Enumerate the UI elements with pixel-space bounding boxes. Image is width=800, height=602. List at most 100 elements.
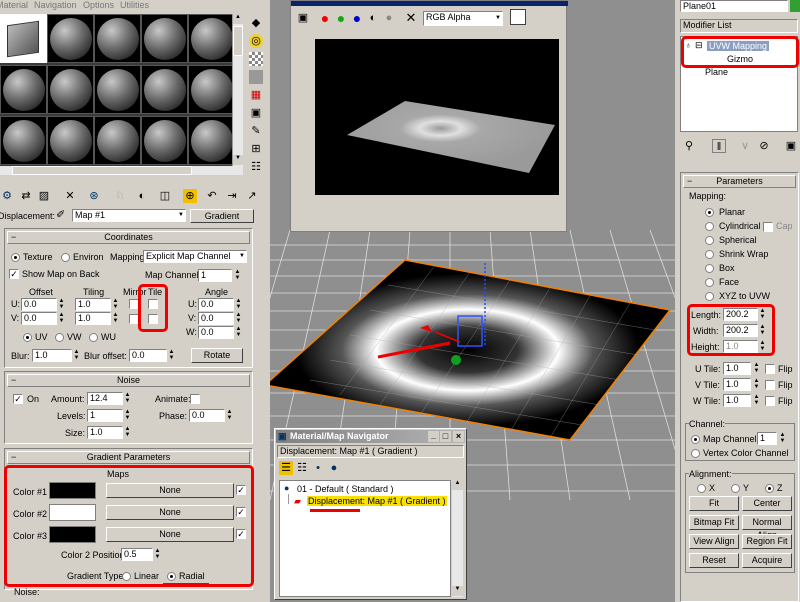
clear-icon[interactable]: ✕ — [404, 11, 418, 25]
color-swatch[interactable] — [510, 9, 526, 25]
gradient-rollout-header[interactable]: − Gradient Parameters — [7, 451, 250, 464]
channel-dropdown[interactable]: RGB Alpha ▼ — [423, 11, 503, 26]
go-forward-sibling-icon[interactable]: ⇥ — [225, 189, 239, 203]
maximize-icon[interactable]: □ — [440, 431, 451, 442]
show-map-on-back-checkbox[interactable]: ✓ — [9, 269, 19, 279]
show-end-result-icon[interactable]: ‖ — [712, 139, 726, 153]
menu-utilities[interactable]: Utilities — [120, 0, 149, 10]
v-offset-input[interactable]: 0.0 — [21, 312, 57, 325]
shrink-wrap-radio[interactable] — [705, 250, 714, 259]
sample-slot[interactable] — [141, 116, 188, 165]
sample-slot[interactable] — [47, 14, 94, 63]
parameters-rollout-header[interactable]: − Parameters — [683, 175, 796, 188]
amount-input[interactable]: 12.4 — [87, 392, 123, 405]
navigator-scrollbar[interactable]: ▲ ▼ — [452, 480, 463, 597]
v-tiling-spinner[interactable]: ▲ ▼ — [112, 312, 119, 325]
u-flip-checkbox[interactable] — [765, 364, 775, 374]
show-end-result-icon[interactable]: ⊕ — [183, 189, 197, 203]
amount-spinner[interactable]: ▲ ▼ — [124, 392, 131, 405]
u-tile-input[interactable]: 1.0 — [723, 362, 751, 375]
video-color-icon[interactable]: ▦ — [249, 88, 263, 102]
close-icon[interactable]: × — [453, 431, 464, 442]
get-material-icon[interactable]: ⚙ — [0, 189, 14, 203]
w-angle-spinner[interactable]: ▲ ▼ — [235, 326, 242, 339]
sample-slot[interactable] — [94, 65, 141, 114]
put-to-library-icon[interactable]: ♘ — [113, 189, 127, 203]
slots-scrollbar[interactable]: ▲ ▼ — [232, 14, 243, 166]
scroll-up-icon[interactable]: ▲ — [452, 480, 463, 490]
xyz-to-uvw-radio[interactable] — [705, 292, 714, 301]
pick-material-icon[interactable]: ↗ — [245, 189, 259, 203]
scroll-thumb[interactable] — [233, 26, 243, 56]
eyedropper-icon[interactable]: ✐ — [56, 208, 65, 221]
map-channel-input[interactable]: 1 — [757, 432, 777, 445]
show-map-in-viewport-icon[interactable]: ◫ — [158, 189, 172, 203]
navigator-item-material[interactable]: 01 - Default ( Standard ) — [297, 484, 394, 494]
sample-slot[interactable] — [188, 65, 232, 114]
sample-slot[interactable] — [0, 116, 47, 165]
slots-hscrollbar[interactable] — [0, 166, 243, 175]
v-tile-spinner[interactable]: ▲ ▼ — [753, 378, 760, 391]
u-angle-spinner[interactable]: ▲ ▼ — [235, 298, 242, 311]
u-angle-input[interactable]: 0.0 — [198, 298, 234, 311]
object-name-input[interactable]: Plane01 — [680, 0, 788, 12]
map-channel-spinner[interactable]: ▲ ▼ — [234, 269, 241, 282]
u-offset-spinner[interactable]: ▲ ▼ — [58, 298, 65, 311]
modifier-list-dropdown[interactable]: Modifier List — [680, 19, 798, 33]
texture-radio[interactable] — [11, 253, 20, 262]
noise-on-checkbox[interactable]: ✓ — [13, 394, 23, 404]
face-radio[interactable] — [705, 278, 714, 287]
view-align-button[interactable]: View Align — [689, 534, 739, 549]
align-x-radio[interactable] — [697, 484, 706, 493]
view-list-icon[interactable]: ☰ — [279, 461, 293, 475]
center-button[interactable]: Center — [742, 496, 792, 511]
sample-slot[interactable] — [188, 14, 232, 63]
v-angle-spinner[interactable]: ▲ ▼ — [235, 312, 242, 325]
mapping-dropdown[interactable]: Explicit Map Channel ▼ — [143, 250, 247, 263]
remove-modifier-icon[interactable]: ⊘ — [757, 139, 771, 153]
uv-radio[interactable] — [23, 333, 32, 342]
map-name-dropdown[interactable]: Map #1 ▼ — [72, 209, 186, 222]
noise-rollout-header[interactable]: − Noise — [7, 374, 250, 387]
sample-slot[interactable] — [47, 116, 94, 165]
v-flip-checkbox[interactable] — [765, 380, 775, 390]
render-titlebar[interactable] — [291, 1, 568, 6]
environ-radio[interactable] — [61, 253, 70, 262]
fit-button[interactable]: Fit — [689, 496, 739, 511]
minimize-icon[interactable]: _ — [428, 431, 439, 442]
options-icon[interactable]: ✎ — [249, 124, 263, 138]
map-channel-spinner[interactable]: ▲ ▼ — [779, 432, 786, 445]
v-angle-input[interactable]: 0.0 — [198, 312, 234, 325]
sample-slot[interactable] — [94, 14, 141, 63]
hscroll-thumb[interactable] — [12, 166, 192, 175]
planar-radio[interactable] — [705, 208, 714, 217]
menu-options[interactable]: Options — [83, 0, 114, 10]
make-preview-icon[interactable]: ▣ — [249, 106, 263, 120]
wu-radio[interactable] — [89, 333, 98, 342]
make-unique-icon[interactable]: ⊛ — [87, 189, 101, 203]
configure-sets-icon[interactable]: ▣ — [784, 139, 798, 153]
red-channel-icon[interactable]: ● — [318, 11, 332, 25]
scroll-down-icon[interactable]: ▼ — [452, 586, 463, 596]
size-spinner[interactable]: ▲ ▼ — [124, 426, 131, 439]
phase-input[interactable]: 0.0 — [189, 409, 225, 422]
vertex-color-radio[interactable] — [691, 449, 700, 458]
blur-spinner[interactable]: ▲ ▼ — [73, 349, 80, 362]
color-swatch[interactable] — [790, 0, 800, 12]
cylindrical-radio[interactable] — [705, 222, 714, 231]
navigator-item-map[interactable]: Displacement: Map #1 ( Gradient ) — [307, 496, 447, 506]
blur-offset-spinner[interactable]: ▲ ▼ — [168, 349, 175, 362]
go-to-parent-icon[interactable]: ↶ — [205, 189, 219, 203]
sample-slot[interactable] — [47, 65, 94, 114]
monochrome-icon[interactable]: ● — [382, 11, 396, 25]
sample-slot[interactable] — [141, 14, 188, 63]
perspective-viewport[interactable]: ▣ ● ● ● ◐ ● ✕ RGB Alpha ▼ ▣ Material/Map… — [270, 0, 675, 602]
u-tile-spinner[interactable]: ▲ ▼ — [753, 362, 760, 375]
map-channel-radio[interactable] — [691, 435, 700, 444]
spherical-radio[interactable] — [705, 236, 714, 245]
bitmap-fit-button[interactable]: Bitmap Fit — [689, 515, 739, 530]
save-bitmap-icon[interactable]: ▣ — [296, 11, 310, 25]
navigator-titlebar[interactable]: ▣ Material/Map Navigator _ □ × — [276, 430, 465, 443]
v-tile-input[interactable]: 1.0 — [723, 378, 751, 391]
map-type-button[interactable]: Gradient — [190, 209, 254, 223]
